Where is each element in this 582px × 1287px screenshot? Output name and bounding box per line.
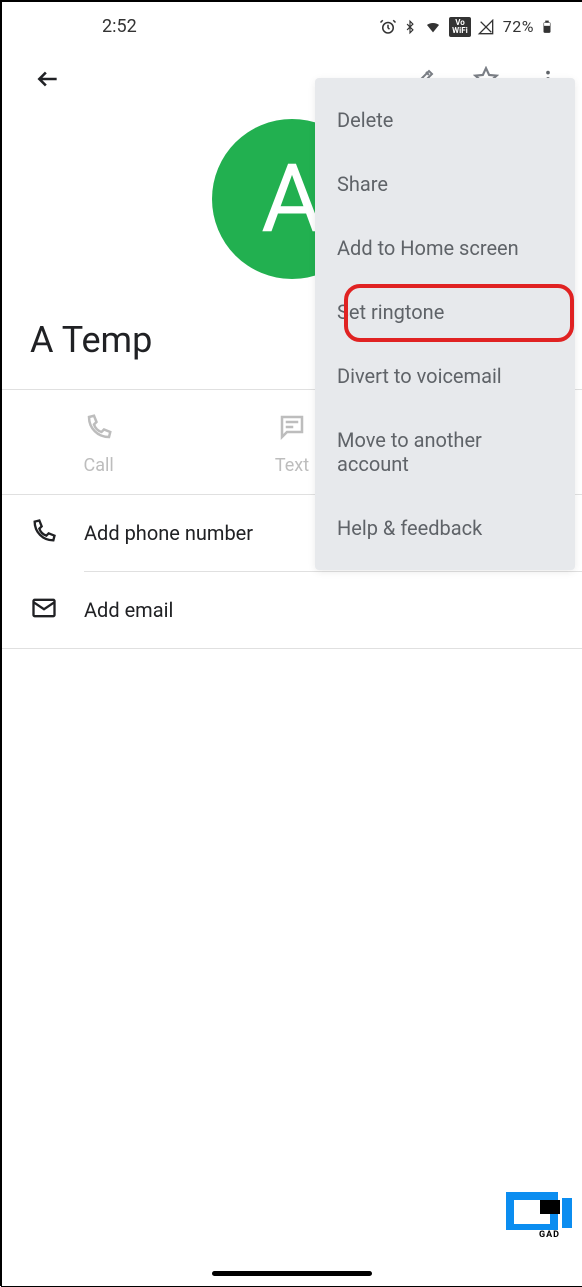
watermark — [506, 1192, 572, 1230]
watermark-bar-icon — [562, 1198, 572, 1228]
menu-set-ringtone[interactable]: Set ringtone — [315, 280, 575, 344]
add-phone-label: Add phone number — [84, 521, 253, 545]
menu-help-feedback[interactable]: Help & feedback — [315, 496, 575, 560]
signal-icon — [477, 19, 495, 35]
menu-delete[interactable]: Delete — [315, 88, 575, 152]
battery-percent: 72% — [503, 17, 534, 36]
add-email-label: Add email — [84, 598, 173, 622]
battery-icon — [540, 17, 554, 37]
phone-icon — [84, 412, 114, 447]
back-button[interactable] — [26, 57, 70, 101]
divider — [2, 648, 582, 649]
status-time: 2:52 — [102, 16, 137, 37]
avatar-letter: A — [261, 144, 323, 255]
wifi-icon — [423, 19, 443, 35]
alarm-icon — [379, 18, 397, 36]
menu-divert-voicemail[interactable]: Divert to voicemail — [315, 344, 575, 408]
text-icon — [277, 412, 307, 447]
text-label: Text — [275, 455, 309, 476]
menu-add-home[interactable]: Add to Home screen — [315, 216, 575, 280]
status-right-group: Vo WiFi 72% — [379, 17, 554, 37]
add-email-item[interactable]: Add email — [2, 572, 582, 648]
status-bar: 2:52 Vo WiFi 72% — [2, 2, 582, 47]
call-label: Call — [84, 455, 114, 476]
menu-share[interactable]: Share — [315, 152, 575, 216]
vowifi-icon: Vo WiFi — [449, 17, 471, 37]
call-action[interactable]: Call — [2, 412, 195, 476]
phone-outline-icon — [30, 517, 58, 549]
email-outline-icon — [30, 594, 58, 626]
overflow-menu: Delete Share Add to Home screen Set ring… — [315, 78, 575, 570]
watermark-text: GAD — [539, 1230, 560, 1240]
menu-move-account[interactable]: Move to another account — [315, 408, 575, 496]
watermark-logo-icon — [506, 1192, 558, 1230]
nav-indicator[interactable] — [212, 1271, 372, 1276]
bluetooth-icon — [403, 18, 417, 36]
